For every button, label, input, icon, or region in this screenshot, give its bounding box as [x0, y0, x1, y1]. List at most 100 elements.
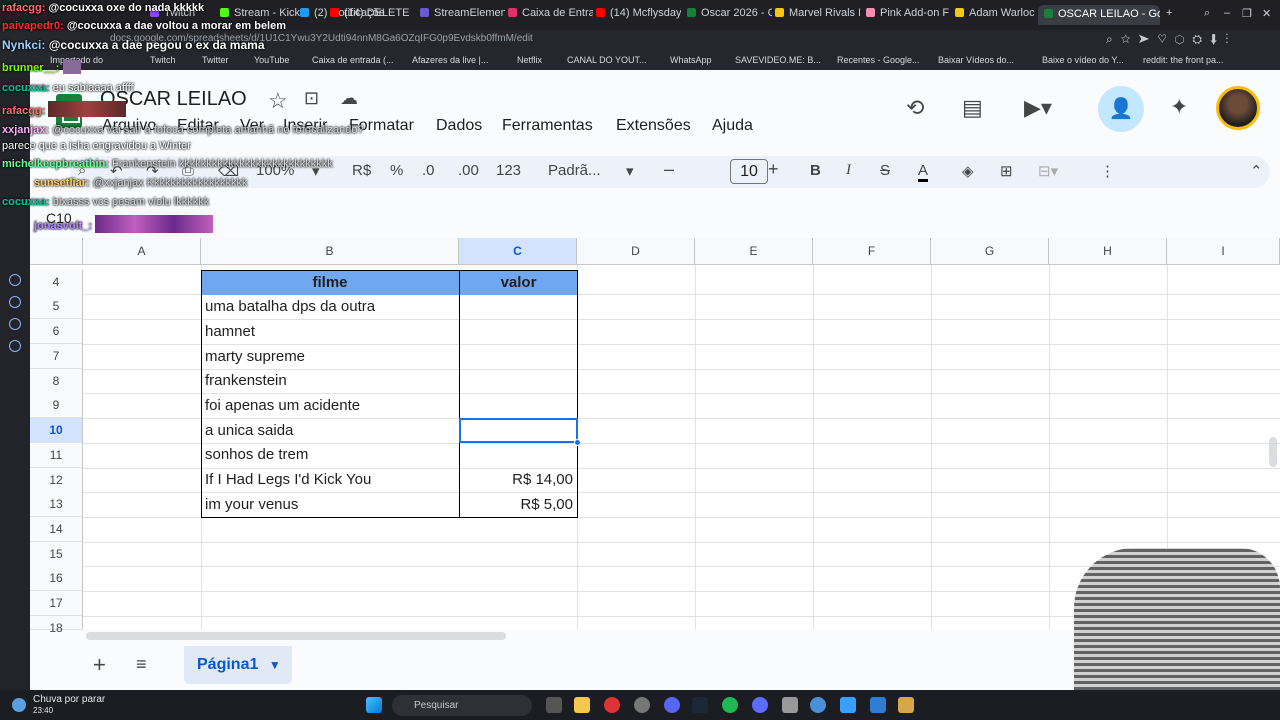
- browser-tab[interactable]: Oscar 2026 - G: [687, 7, 772, 23]
- font-size-input[interactable]: 10: [730, 159, 768, 184]
- app-icon[interactable]: [782, 697, 798, 713]
- version-history-icon[interactable]: ⟲: [906, 95, 924, 121]
- cell-filme[interactable]: foi apenas um acidente: [205, 394, 455, 418]
- new-tab-icon[interactable]: +: [1166, 7, 1178, 23]
- decrease-decimals-button[interactable]: .0: [422, 162, 435, 179]
- column-header[interactable]: G: [931, 238, 1049, 265]
- star-icon[interactable]: ☆: [268, 88, 288, 114]
- file-explorer-icon[interactable]: [574, 697, 590, 713]
- bookmark[interactable]: Netflix: [517, 55, 542, 65]
- column-header-selected[interactable]: C: [459, 238, 577, 265]
- active-cell-selection[interactable]: [459, 418, 578, 443]
- obs-icon[interactable]: [634, 697, 650, 713]
- row-header[interactable]: 12: [30, 468, 83, 493]
- all-sheets-icon[interactable]: ≡: [136, 654, 147, 675]
- row-header[interactable]: 9: [30, 393, 83, 418]
- app-icon[interactable]: [870, 697, 886, 713]
- menu-dados[interactable]: Dados: [436, 117, 482, 135]
- task-view-icon[interactable]: [546, 697, 562, 713]
- row-header[interactable]: 11: [30, 443, 83, 468]
- share-button[interactable]: 👤: [1098, 86, 1144, 132]
- browser-tab[interactable]: StreamElemen: [420, 7, 505, 23]
- row-header[interactable]: 6: [30, 319, 83, 344]
- borders-icon[interactable]: ⊞: [1000, 162, 1013, 180]
- sidebar-icon[interactable]: [9, 296, 21, 308]
- spotify-icon[interactable]: [722, 697, 738, 713]
- cell-valor[interactable]: [459, 443, 577, 467]
- steam-icon[interactable]: [692, 697, 708, 713]
- opera-icon[interactable]: [604, 697, 620, 713]
- cell-filme[interactable]: If I Had Legs I'd Kick You: [205, 468, 455, 492]
- chevron-down-icon[interactable]: ▾: [626, 162, 634, 180]
- strikethrough-icon[interactable]: S: [880, 162, 890, 179]
- select-all-corner[interactable]: [30, 238, 83, 265]
- comments-icon[interactable]: ▤: [962, 95, 983, 121]
- column-header[interactable]: H: [1049, 238, 1167, 265]
- percent-format-button[interactable]: %: [390, 162, 403, 179]
- sheet-tab-pagina1[interactable]: Página1 ▼: [184, 646, 292, 684]
- fill-handle[interactable]: [574, 439, 581, 446]
- browser-tab[interactable]: (14) DELETE O: [330, 7, 410, 23]
- row-header[interactable]: 7: [30, 344, 83, 369]
- extension-icons[interactable]: ⌕☆➤♡⬡⛭⬇⋮: [1106, 32, 1237, 47]
- column-header[interactable]: A: [83, 238, 201, 265]
- move-folder-icon[interactable]: ⊡: [304, 88, 319, 109]
- cell-valor[interactable]: [459, 320, 577, 344]
- cell-valor[interactable]: [459, 295, 577, 319]
- row-header[interactable]: 17: [30, 591, 83, 616]
- cell-filme[interactable]: a unica saida: [205, 419, 455, 443]
- menu-extensoes[interactable]: Extensões: [616, 117, 691, 135]
- cell-filme[interactable]: im your venus: [205, 493, 455, 517]
- row-header-selected[interactable]: 10: [30, 418, 83, 443]
- bookmark[interactable]: Recentes - Google...: [837, 55, 920, 65]
- weather-icon[interactable]: [12, 698, 26, 712]
- search-tabs-icon[interactable]: ⌕: [1204, 7, 1216, 23]
- browser-tab[interactable]: Caixa de Entra: [508, 7, 593, 23]
- app-icon[interactable]: [752, 697, 768, 713]
- browser-tab-active[interactable]: OSCAR LEILAO - Google: [1038, 5, 1160, 25]
- column-header[interactable]: E: [695, 238, 813, 265]
- chevron-down-icon[interactable]: ▼: [269, 658, 281, 672]
- more-formats-button[interactable]: 123: [496, 162, 521, 179]
- weather-text[interactable]: Chuva por parar: [33, 694, 105, 705]
- menu-ferramentas[interactable]: Ferramentas: [502, 117, 593, 135]
- cell-valor[interactable]: [459, 394, 577, 418]
- cell-filme[interactable]: hamnet: [205, 320, 455, 344]
- currency-format-button[interactable]: R$: [352, 162, 371, 179]
- sidebar-icon[interactable]: [9, 318, 21, 330]
- column-header[interactable]: D: [577, 238, 695, 265]
- cell-filme[interactable]: sonhos de trem: [205, 443, 455, 467]
- row-header[interactable]: 13: [30, 492, 83, 517]
- cell-valor[interactable]: [459, 369, 577, 393]
- table-header-filme[interactable]: filme: [201, 271, 459, 295]
- browser-tab[interactable]: Marvel Rivals M: [775, 7, 860, 23]
- cell-filme[interactable]: marty supreme: [205, 345, 455, 369]
- merge-cells-icon[interactable]: ⊟▾: [1038, 162, 1058, 180]
- add-sheet-icon[interactable]: +: [93, 652, 106, 678]
- row-header[interactable]: 8: [30, 369, 83, 394]
- more-options-icon[interactable]: ⋮: [1100, 162, 1115, 180]
- clock[interactable]: 23:40: [33, 706, 53, 715]
- app-icon[interactable]: [898, 697, 914, 713]
- cell-valor[interactable]: R$ 14,00: [459, 468, 577, 492]
- settings-icon[interactable]: [9, 340, 21, 352]
- avatar[interactable]: [1216, 86, 1260, 130]
- start-icon[interactable]: [366, 697, 382, 713]
- vertical-scrollbar[interactable]: [1269, 437, 1277, 467]
- gemini-icon[interactable]: ✦: [1170, 94, 1188, 120]
- decrease-font-size-icon[interactable]: –: [664, 159, 674, 180]
- table-header-valor[interactable]: valor: [459, 271, 578, 295]
- column-header[interactable]: F: [813, 238, 931, 265]
- bookmark[interactable]: SAVEVIDEO.ME: B...: [735, 55, 821, 65]
- bookmark[interactable]: Afazeres da live |...: [412, 55, 488, 65]
- increase-decimals-button[interactable]: .00: [458, 162, 479, 179]
- bookmark[interactable]: Twitch: [150, 55, 176, 65]
- browser-tab[interactable]: Adam Warlock: [955, 7, 1035, 23]
- browser-tab[interactable]: (14) Mcflysday: [596, 7, 681, 23]
- bookmark[interactable]: Baixar Vídeos do...: [938, 55, 1014, 65]
- maximize-icon[interactable]: ❐: [1242, 7, 1254, 23]
- bookmark[interactable]: Caixa de entrada (...: [312, 55, 394, 65]
- taskbar-search[interactable]: Pesquisar: [392, 695, 532, 716]
- photos-icon[interactable]: [840, 697, 856, 713]
- minimize-icon[interactable]: –: [1224, 7, 1236, 23]
